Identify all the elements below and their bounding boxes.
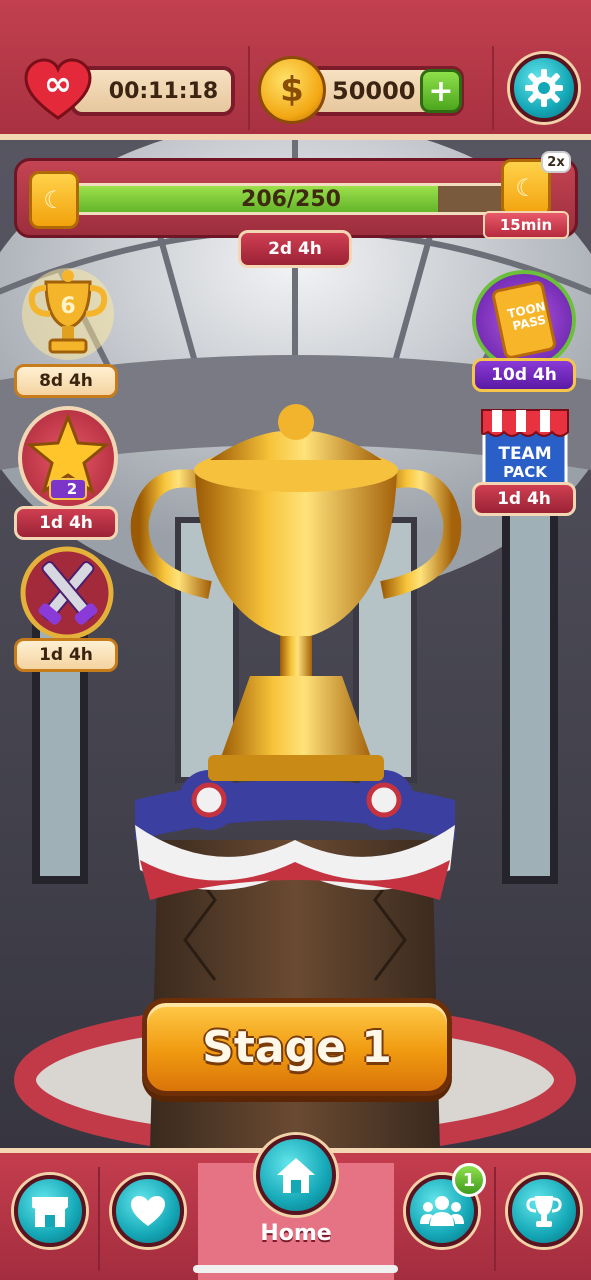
trophy-event[interactable]: 6 8d 4h (12, 264, 122, 398)
add-coins-button[interactable]: + (420, 69, 462, 113)
team-pack-icon: TEAM PACK (478, 406, 572, 488)
progress-text: 206/250 (241, 186, 341, 212)
trophy-event-level: 6 (60, 294, 76, 319)
star-event-level: 2 (66, 480, 78, 498)
coin-symbol: $ (280, 70, 304, 110)
people-icon (420, 1196, 464, 1226)
boost-timer: 15min (483, 211, 569, 239)
play-stage-button[interactable]: Stage 1 (142, 998, 452, 1096)
infinity-symbol: ∞ (43, 64, 73, 104)
nav-divider (98, 1167, 100, 1271)
toon-pass[interactable]: TOON PASS 10d 4h (468, 270, 580, 394)
team-pack[interactable]: TEAM PACK 1d 4h (472, 406, 578, 518)
battle-event[interactable]: 1d 4h (12, 546, 122, 672)
lives-timer-text: 00:11:18 (108, 78, 219, 104)
team-pack-title-line1: TEAM (498, 444, 552, 464)
season-progress[interactable]: 206/250 ☾ ☾ 2x 15min (14, 151, 578, 239)
bottom-navigation: Home 1 (0, 1135, 591, 1280)
system-home-indicator (193, 1265, 398, 1273)
moon-icon: ☾ (29, 171, 79, 229)
coin-balance-text: 50000 (332, 77, 416, 105)
crossed-swords-icon (20, 546, 114, 640)
settings-button[interactable] (510, 54, 578, 122)
heart-icon[interactable]: ∞ (24, 56, 92, 124)
moon-glyph: ☾ (43, 186, 65, 214)
battle-event-icon (14, 546, 120, 640)
moon-glyph: ☾ (515, 174, 537, 202)
trophy-event-timer: 8d 4h (14, 364, 118, 398)
top-bar-divider (248, 46, 250, 130)
battle-event-timer: 1d 4h (14, 638, 118, 672)
friends-notification-badge: 1 (452, 1163, 486, 1197)
team-pack-timer: 1d 4h (472, 482, 576, 516)
trophy-icon (526, 1196, 562, 1227)
plus-icon: + (428, 73, 454, 109)
stage-button-label: Stage 1 (202, 1021, 392, 1073)
toon-pass-timer: 10d 4h (472, 358, 576, 392)
trophy-event-icon: 6 (18, 264, 118, 364)
lives-timer[interactable]: 00:11:18 (70, 66, 235, 116)
tab-lives[interactable] (112, 1175, 184, 1247)
multiplier-badge: 2x (541, 151, 571, 173)
tab-home-label: Home (260, 1221, 332, 1246)
heart-icon (131, 1196, 165, 1226)
tab-leaderboard[interactable] (508, 1175, 580, 1247)
season-timer: 2d 4h (238, 230, 352, 268)
star-event-timer: 1d 4h (14, 506, 118, 540)
home-icon (277, 1158, 315, 1193)
top-bar-divider (492, 46, 494, 130)
shop-icon (32, 1197, 68, 1227)
progress-track: 206/250 (61, 183, 521, 215)
tab-shop[interactable] (14, 1175, 86, 1247)
team-pack-title-line2: PACK (503, 463, 547, 481)
nav-divider (494, 1167, 496, 1271)
toon-pass-icon: TOON PASS (472, 270, 576, 370)
star-event[interactable]: 2 1d 4h (12, 406, 122, 540)
gear-icon (525, 69, 563, 107)
star-event-icon: 2 (18, 406, 118, 510)
tab-home[interactable] (256, 1135, 336, 1215)
coin-icon: $ (258, 56, 326, 124)
